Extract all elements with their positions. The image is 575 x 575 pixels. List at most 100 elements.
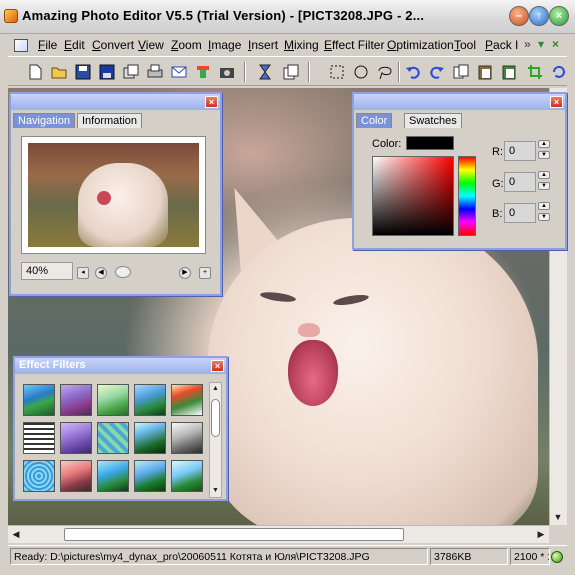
hue-slider[interactable] [458,156,476,236]
menu-zoom[interactable]: Zoom [171,38,202,52]
zoom-slider-thumb[interactable] [115,266,131,278]
hourglass-icon[interactable] [254,61,276,83]
menu-optimization[interactable]: Optimization [387,38,454,52]
scroll-left-arrow-icon[interactable]: ◀ [8,526,24,542]
minimize-button[interactable]: – [509,6,529,26]
filter-thumbnail[interactable] [97,422,129,454]
filter-thumbnail[interactable] [171,460,203,492]
scroll-up-arrow-icon[interactable]: ▲ [210,383,221,395]
current-color-swatch[interactable] [406,136,454,150]
close-document-icon[interactable]: × [552,37,559,51]
paste-new-icon[interactable] [498,61,520,83]
menu-edit[interactable]: Edit [64,38,85,52]
select-rect-icon[interactable] [326,61,348,83]
new-file-icon[interactable] [24,61,46,83]
horizontal-scroll-thumb[interactable] [64,528,404,541]
print-icon[interactable] [144,61,166,83]
filter-thumbnail[interactable] [97,460,129,492]
open-folder-icon[interactable] [48,61,70,83]
status-path: Ready: D:\pictures\my4_dynax_pro\2006051… [10,548,428,565]
zoom-out-icon[interactable]: ◂ [77,267,89,279]
scroll-down-arrow-icon[interactable]: ▼ [550,509,566,525]
filter-thumbnail[interactable] [60,422,92,454]
zoom-slider-right-icon[interactable]: ▶ [179,267,191,279]
status-bar: Ready: D:\pictures\my4_dynax_pro\2006051… [8,545,567,567]
navigator-thumbnail[interactable] [28,143,199,247]
navigator-frame[interactable] [21,136,206,254]
scroll-down-arrow-icon[interactable]: ▼ [210,485,221,497]
filter-thumbnail[interactable] [23,460,55,492]
filter-thumbnail[interactable] [171,384,203,416]
menu-pack[interactable]: Pack I [485,38,518,52]
tab-color[interactable]: Color [356,113,393,128]
panel-header[interactable]: × [354,94,565,110]
undo-icon[interactable] [402,61,424,83]
green-up-icon[interactable]: ▲ [538,171,550,179]
menu-tool[interactable]: Tool [454,38,476,52]
copy-icon[interactable] [450,61,472,83]
tab-navigation[interactable]: Navigation [13,113,75,128]
scan-icon[interactable] [192,61,214,83]
tab-information[interactable]: Information [77,113,143,128]
close-icon[interactable]: × [550,96,563,108]
panel-header[interactable]: × [11,94,220,110]
filter-thumbnail[interactable] [171,422,203,454]
camera-icon[interactable] [216,61,238,83]
blue-input[interactable]: 0 [504,203,536,223]
lasso-icon[interactable] [374,61,396,83]
blue-up-icon[interactable]: ▲ [538,202,550,210]
menu-mixing[interactable]: Mixing [284,38,319,52]
filters-scrollbar[interactable]: ▲ ▼ [209,382,222,498]
rotate-icon[interactable] [548,61,570,83]
filter-thumbnail[interactable] [23,422,55,454]
filter-thumbnail[interactable] [60,384,92,416]
restore-icon[interactable]: ▾ [538,37,544,51]
blue-down-icon[interactable]: ▼ [538,213,550,221]
title-bar[interactable]: Amazing Photo Editor V5.5 (Trial Version… [0,0,575,34]
menu-image[interactable]: Image [208,38,241,52]
zoom-level-field[interactable]: 40% [21,262,73,280]
close-icon[interactable]: × [205,96,218,108]
green-down-icon[interactable]: ▼ [538,182,550,190]
crop-icon[interactable] [524,61,546,83]
filter-thumbnail[interactable] [60,460,92,492]
zoom-slider-left-icon[interactable]: ◀ [95,267,107,279]
maximize-button[interactable]: ↑ [529,6,549,26]
menu-convert[interactable]: Convert [92,38,134,52]
save-icon[interactable] [72,61,94,83]
scroll-right-arrow-icon[interactable]: ▶ [533,526,549,542]
menu-effect-filter[interactable]: Effect Filter [324,38,384,52]
paste-icon[interactable] [474,61,496,83]
kitten-mouth [288,340,338,406]
filter-thumbnail[interactable] [23,384,55,416]
batch-icon[interactable] [120,61,142,83]
red-input[interactable]: 0 [504,141,536,161]
menu-insert[interactable]: Insert [248,38,278,52]
filter-thumbnail[interactable] [134,460,166,492]
horizontal-scrollbar[interactable]: ◀ ▶ [8,525,549,543]
close-button[interactable]: × [549,6,569,26]
redo-icon[interactable] [426,61,448,83]
menu-view[interactable]: View [138,38,164,52]
green-input[interactable]: 0 [504,172,536,192]
save-as-icon[interactable] [96,61,118,83]
menu-overflow-icon[interactable]: » [524,37,531,51]
red-up-icon[interactable]: ▲ [538,140,550,148]
panel-header[interactable]: Effect Filters × [15,358,226,374]
close-icon[interactable]: × [211,360,224,372]
filter-thumbnail[interactable] [134,422,166,454]
filters-scroll-thumb[interactable] [211,399,220,437]
scroll-corner [549,525,567,543]
saturation-value-picker[interactable] [372,156,454,236]
tab-swatches[interactable]: Swatches [404,113,462,128]
menu-file[interactable]: File [38,38,57,52]
kitten-photo [208,218,538,525]
copy-window-icon[interactable] [280,61,302,83]
select-ellipse-icon[interactable] [350,61,372,83]
zoom-in-icon[interactable]: + [199,267,211,279]
filter-thumbnail[interactable] [134,384,166,416]
email-icon[interactable] [168,61,190,83]
red-down-icon[interactable]: ▼ [538,151,550,159]
document-icon[interactable] [14,39,28,52]
filter-thumbnail[interactable] [97,384,129,416]
